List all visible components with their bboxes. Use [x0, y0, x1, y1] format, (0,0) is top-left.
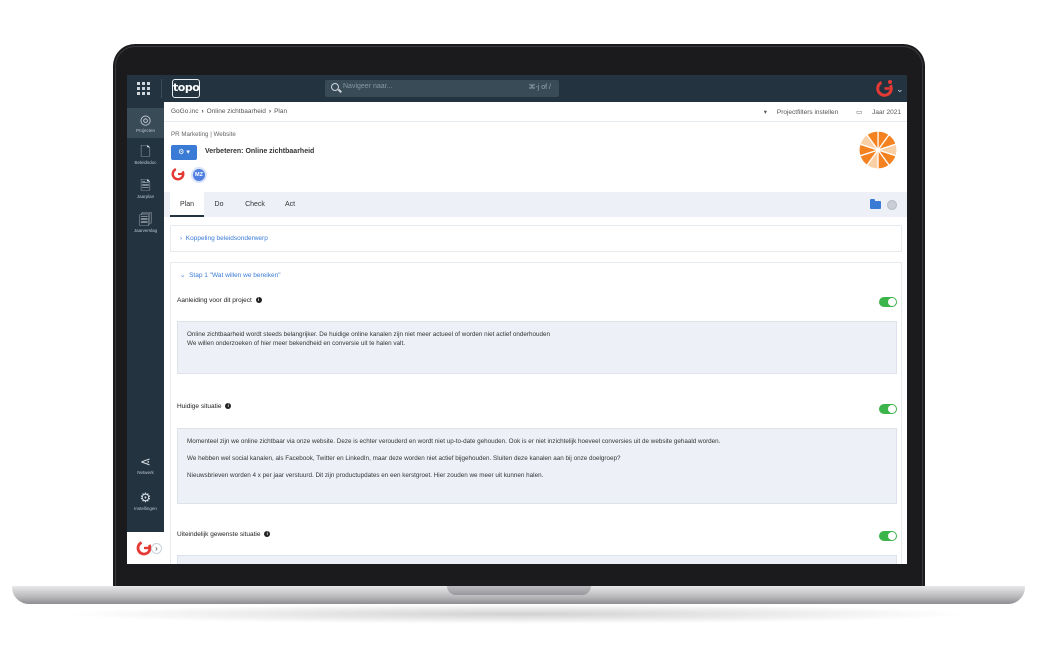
nav-item-beleidsdoc[interactable]: 🗋 Beleidsdoc [127, 144, 164, 172]
app-logo[interactable]: topo [172, 79, 200, 98]
project-filters-label: Projectfilters instellen [776, 109, 839, 116]
nav-label: Jaarverslag [133, 228, 158, 233]
gear-icon: ⚙ [139, 490, 152, 505]
section-label: Aanleiding voor dit project i [177, 297, 262, 304]
apps-grid-icon[interactable] [137, 82, 150, 95]
section-title: Aanleiding voor dit project [177, 297, 252, 304]
search-shortcut: ⌘-j of / [528, 84, 551, 91]
filter-controls: ▾ Projectfilters instellen ▭ Jaar 2021 [748, 108, 901, 116]
nav-item-netwerk[interactable]: ⋖ Netwerk [127, 454, 164, 482]
app-screen: topo Navigeer naar... ⌘-j of / ⌄ ◎ Proje… [127, 75, 907, 564]
progress-pie-icon[interactable] [858, 130, 898, 170]
tab-check[interactable]: Check [238, 192, 272, 217]
nav-item-jaarplan[interactable]: 🗎 Jaarplan [127, 178, 164, 206]
koppeling-toggle[interactable]: › Koppeling beleidsonderwerp [180, 235, 268, 242]
expand-rail-icon[interactable]: › [151, 543, 162, 554]
chevron-right-icon: › [201, 108, 204, 115]
stap1-label: Stap 1 "Wat willen we bereiken" [189, 272, 281, 279]
project-subtitle: PR Marketing | Website [171, 131, 236, 138]
paragraph: We hebben wel social kanalen, als Facebo… [187, 455, 621, 462]
document-chart-icon: 🗐 [139, 212, 152, 227]
chevron-down-icon[interactable]: ⌄ [896, 84, 904, 95]
breadcrumb-item[interactable]: Online zichtbaarheid [207, 108, 266, 115]
brand-footer: › [127, 532, 164, 564]
share-icon: ⋖ [140, 454, 151, 469]
paragraph: Momenteel zijn we online zichtbaar via o… [187, 438, 721, 445]
section-text[interactable] [177, 555, 897, 564]
nav-item-instellingen[interactable]: ⚙ Instellingen [127, 490, 164, 518]
section-toggle[interactable] [879, 531, 897, 541]
section-text[interactable]: Online zichtbaarheid wordt steeds belang… [177, 321, 897, 374]
koppeling-label: Koppeling beleidsonderwerp [185, 235, 268, 242]
section-toggle[interactable] [879, 404, 897, 414]
paragraph: We willen onderzoeken of hier meer beken… [187, 340, 405, 347]
chevron-right-icon: › [268, 108, 272, 115]
info-icon[interactable]: i [264, 531, 271, 538]
tab-act[interactable]: Act [276, 192, 304, 217]
laptop-shadow [60, 604, 977, 624]
notification-badge [887, 79, 893, 85]
document-icon: 🗎 [140, 178, 151, 193]
breadcrumb-item: Plan [274, 108, 288, 115]
section-label: Uiteindelijk gewenste situatie i [177, 531, 271, 538]
member-avatar[interactable]: MZ [191, 167, 207, 183]
nav-label: Instellingen [134, 506, 157, 511]
project-title: Verbeteren: Online zichtbaarheid [205, 148, 315, 155]
nav-label: Projecten [135, 128, 155, 133]
chevron-down-icon: ⌄ [180, 272, 186, 279]
search-placeholder: Navigeer naar... [343, 83, 393, 90]
chevron-down-icon: ▾ [186, 149, 190, 156]
paragraph: Nieuwsbrieven worden 4 x per jaar verstu… [187, 472, 544, 479]
tab-do[interactable]: Do [208, 192, 230, 217]
year-label: Jaar 2021 [872, 109, 901, 116]
project-header: PR Marketing | Website ⚙ ▾ Verbeteren: O… [171, 131, 314, 183]
tab-plan[interactable]: Plan [170, 192, 204, 217]
section-title: Uiteindelijk gewenste situatie [177, 531, 261, 538]
calendar-icon: ▭ [856, 109, 863, 116]
left-nav-rail: ◎ Projecten 🗋 Beleidsdoc 🗎 Jaarplan 🗐 Ja… [127, 102, 164, 564]
info-icon[interactable]: i [225, 403, 232, 410]
info-icon[interactable]: i [255, 297, 262, 304]
filter-icon: ▾ [763, 109, 768, 116]
breadcrumb: GoGo.inc › Online zichtbaarheid › Plan [171, 108, 287, 115]
breadcrumb-bar: GoGo.inc › Online zichtbaarheid › Plan ▾ Pro… [164, 102, 907, 122]
divider [161, 79, 162, 98]
nav-label: Beleidsdoc [134, 160, 157, 165]
nav-item-projecten[interactable]: ◎ Projecten [127, 108, 164, 138]
project-settings-button[interactable]: ⚙ ▾ [171, 145, 197, 160]
section-text[interactable]: Momenteel zijn we online zichtbaar via o… [177, 428, 897, 504]
stap1-toggle[interactable]: ⌄ Stap 1 "Wat willen we bereiken" [180, 271, 281, 279]
gear-icon: ⚙ [178, 149, 185, 156]
year-selector[interactable]: ▭ Jaar 2021 [848, 109, 901, 116]
laptop-notch [447, 586, 591, 595]
section-label: Huidige situatie i [177, 403, 232, 410]
target-icon: ◎ [139, 112, 152, 127]
document-icon: 🗋 [140, 144, 151, 159]
pdca-tabs: Plan Do Check Act [164, 192, 907, 217]
section-title: Huidige situatie [177, 403, 222, 410]
globe-icon[interactable] [887, 200, 897, 210]
project-filters-button[interactable]: ▾ Projectfilters instellen [756, 109, 839, 116]
nav-item-jaarverslag[interactable]: 🗐 Jaarverslag [127, 212, 164, 240]
nav-label: Jaarplan [136, 194, 155, 199]
main-content: GoGo.inc › Online zichtbaarheid › Plan ▾ Pro… [164, 102, 907, 564]
chevron-right-icon: › [180, 235, 183, 242]
owner-avatar-icon[interactable] [171, 167, 185, 181]
stap1-card: ⌄ Stap 1 "Wat willen we bereiken" Aanlei… [170, 262, 902, 564]
breadcrumb-item[interactable]: GoGo.inc [171, 108, 198, 115]
search-icon [331, 83, 339, 91]
section-toggle[interactable] [879, 297, 897, 307]
koppeling-card: › Koppeling beleidsonderwerp [170, 225, 902, 252]
brand-logo-icon [136, 540, 152, 556]
folder-icon[interactable] [870, 199, 881, 209]
paragraph: Online zichtbaarheid wordt steeds belang… [187, 331, 550, 338]
nav-label: Netwerk [137, 470, 154, 475]
search-input[interactable]: Navigeer naar... ⌘-j of / [325, 80, 559, 97]
top-bar: topo Navigeer naar... ⌘-j of / ⌄ [127, 75, 907, 102]
